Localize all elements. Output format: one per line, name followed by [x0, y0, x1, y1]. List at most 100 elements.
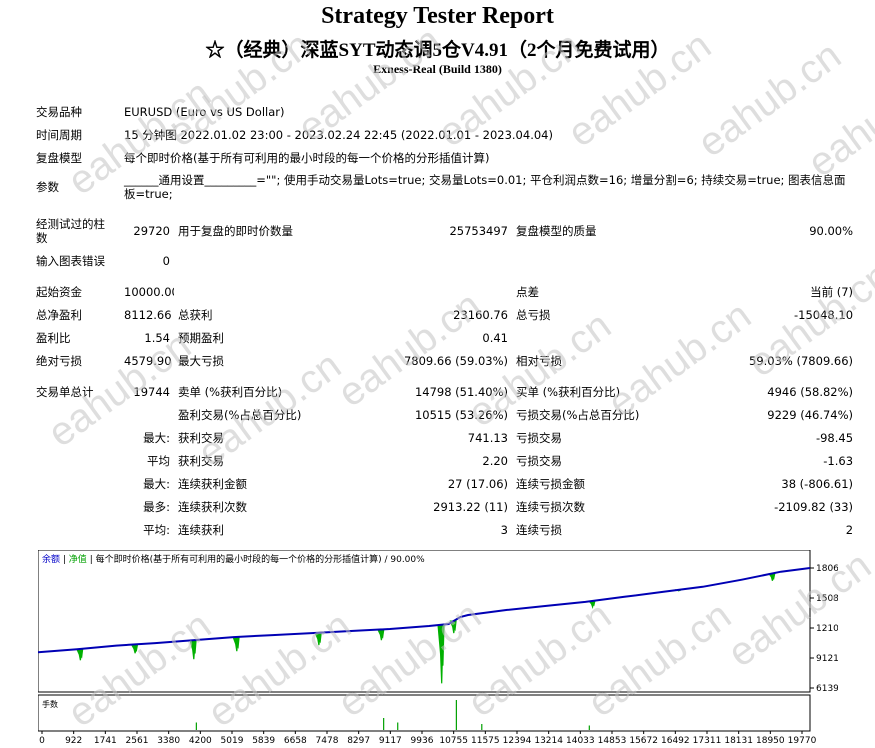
net-value: 8112.66: [124, 307, 172, 322]
symbol-label: 交易品种: [36, 104, 82, 119]
avg-cons-loss-value: 2: [845, 522, 854, 537]
x-tick-label: 922: [65, 736, 82, 746]
errors-value: 0: [162, 253, 170, 268]
quality-value: 90.00%: [809, 224, 854, 238]
x-tick-label: 0: [39, 736, 45, 746]
x-tick-label: 14853: [598, 736, 627, 746]
loss-value: 9229 (46.74%): [767, 407, 854, 422]
gross-profit-label: 总获利: [178, 307, 213, 322]
deposit-value: 10000.00: [124, 284, 174, 299]
gross-profit-value: 23160.76: [453, 307, 508, 322]
net-label: 总净盈利: [36, 307, 82, 322]
row-net: 总净盈利 8112.66 总获利 23160.76 总亏损 -15048.10: [32, 303, 857, 326]
short-value: 14798 (51.40%): [414, 384, 508, 399]
legend-balance: 余额: [42, 553, 60, 565]
balance-chart: 18067 15085 12103 9121 6139 0 922 1741 2561 3380…: [38, 550, 838, 746]
row-params: 参数 ______通用设置_________=""; 使用手动交易量Lots=t…: [32, 169, 857, 205]
row-average: 平均 获利交易 2.20 亏损交易 -1.63: [32, 449, 857, 472]
x-tick-label: 4200: [189, 736, 212, 746]
x-tick-label: 11575: [471, 736, 500, 746]
y-tick-label: 6139: [816, 684, 838, 694]
loss-label: 亏损交易(%占总百分比): [516, 407, 640, 422]
row-model: 复盘模型 每个即时价格(基于所有可利用的最小时段的每一个价格的分形插值计算): [32, 146, 857, 169]
cons-loss-cnt-label: 连续亏损次数: [516, 499, 585, 514]
y-tick-label: 18067: [816, 564, 838, 574]
ea-name: ☆（经典）深蓝SYT动态调5仓V4.91（2个月免费试用）: [205, 40, 670, 61]
model-label: 复盘模型: [36, 150, 82, 165]
y-axis: 18067 15085 12103 9121 6139: [810, 564, 838, 694]
row-symbol: 交易品种 EURUSD (Euro vs US Dollar): [32, 100, 857, 123]
largest-loss-value: -98.45: [815, 430, 854, 445]
avg-loss-value: -1.63: [823, 453, 854, 468]
max-dd-label: 最大亏损: [178, 353, 224, 368]
legend-equity: 净值: [69, 553, 87, 565]
gross-loss-value: -15048.10: [794, 307, 854, 322]
x-tick-label: 1741: [94, 736, 117, 746]
long-label: 买单 (%获利百分比): [516, 384, 621, 399]
trades-value: 19744: [133, 384, 170, 399]
y-tick-label: 15085: [816, 594, 838, 604]
x-tick-label: 19770: [788, 736, 817, 746]
max2-label: 最大:: [143, 476, 170, 491]
x-tick-label: 3380: [157, 736, 180, 746]
row-bars: 经测试过的柱数 29720 用于复盘的即时价数量 25753497 复盘模型的质…: [32, 213, 857, 249]
cons-loss-cnt-value: -2109.82 (33): [774, 499, 854, 514]
pf-label: 盈利比: [36, 330, 71, 345]
abs-dd-label: 绝对亏损: [36, 353, 82, 368]
params-label: 参数: [36, 180, 59, 194]
y-tick-label: 9121: [816, 654, 838, 664]
x-tick-label: 18950: [756, 736, 785, 746]
ticks-value: 25753497: [449, 224, 508, 238]
x-tick-label: 5019: [221, 736, 244, 746]
volume-label: 手数: [42, 699, 58, 709]
x-tick-label: 18131: [724, 736, 753, 746]
most-label: 最多:: [143, 499, 170, 514]
max-dd-value: 7809.66 (59.03%): [403, 353, 508, 368]
largest-win-label: 获利交易: [178, 430, 224, 445]
symbol-value: EURUSD (Euro vs US Dollar): [124, 104, 285, 119]
trades-label: 交易单总计: [36, 384, 94, 399]
params-value: ______通用设置_________=""; 使用手动交易量Lots=true…: [124, 173, 846, 201]
gross-loss-label: 总亏损: [516, 307, 551, 322]
x-axis: 0 922 1741 2561 3380 4200 5019 5839 6658 7478 8297…: [39, 731, 817, 746]
bars-value: 29720: [133, 224, 170, 238]
quality-label: 复盘模型的质量: [516, 224, 597, 238]
x-tick-label: 14033: [566, 736, 595, 746]
avg-cons-win-value: 3: [500, 522, 508, 537]
row-trades: 交易单总计 19744 卖单 (%获利百分比) 14798 (51.40%) 买…: [32, 380, 857, 403]
avg-label: 平均: [147, 453, 170, 468]
period-label: 时间周期: [36, 127, 82, 142]
cons-loss-amt-value: 38 (-806.61): [781, 476, 854, 491]
period-value: 15 分钟图 2022.01.02 23:00 - 2023.02.24 22:…: [124, 127, 553, 142]
volume-plot-border: [38, 694, 811, 732]
x-tick-label: 10755: [439, 736, 468, 746]
payoff-label: 预期盈利: [178, 330, 224, 345]
x-tick-label: 9936: [411, 736, 434, 746]
legend-text: 每个即时价格(基于所有可利用的最小时段的每一个价格的分形插值计算) / 90.0…: [96, 553, 426, 565]
avg-cons-win-label: 连续获利: [178, 522, 224, 537]
row-largest: 最大: 获利交易 741.13 亏损交易 -98.45: [32, 426, 857, 449]
x-tick-label: 13214: [534, 736, 563, 746]
y-tick-label: 12103: [816, 624, 838, 634]
x-tick-label: 9117: [379, 736, 402, 746]
x-tick-label: 17311: [693, 736, 722, 746]
largest-loss-label: 亏损交易: [516, 430, 562, 445]
avg-win-label: 获利交易: [178, 453, 224, 468]
x-tick-label: 6658: [284, 736, 307, 746]
spread-value: 当前 (7): [810, 284, 854, 299]
row-cons-count: 最多: 连续获利次数 2913.22 (11) 连续亏损次数 -2109.82 …: [32, 495, 857, 518]
spread-label: 点差: [516, 284, 539, 299]
chart-plot-border: [38, 550, 811, 693]
short-label: 卖单 (%获利百分比): [178, 384, 283, 399]
row-errors: 输入图表错误 0: [32, 249, 857, 272]
avg-cons-loss-label: 连续亏损: [516, 522, 562, 537]
row-cons-avg: 平均: 连续获利 3 连续亏损 2: [32, 518, 857, 541]
x-tick-label: 12394: [503, 736, 532, 746]
cons-win-amt-value: 27 (17.06): [447, 476, 508, 491]
cons-win-amt-label: 连续获利金额: [178, 476, 247, 491]
report-title: Strategy Tester Report: [321, 3, 554, 29]
x-tick-label: 2561: [126, 736, 149, 746]
report-table: 交易品种 EURUSD (Euro vs US Dollar) 时间周期 15 …: [32, 100, 857, 541]
max-label: 最大:: [143, 430, 170, 445]
pf-value: 1.54: [144, 330, 170, 345]
